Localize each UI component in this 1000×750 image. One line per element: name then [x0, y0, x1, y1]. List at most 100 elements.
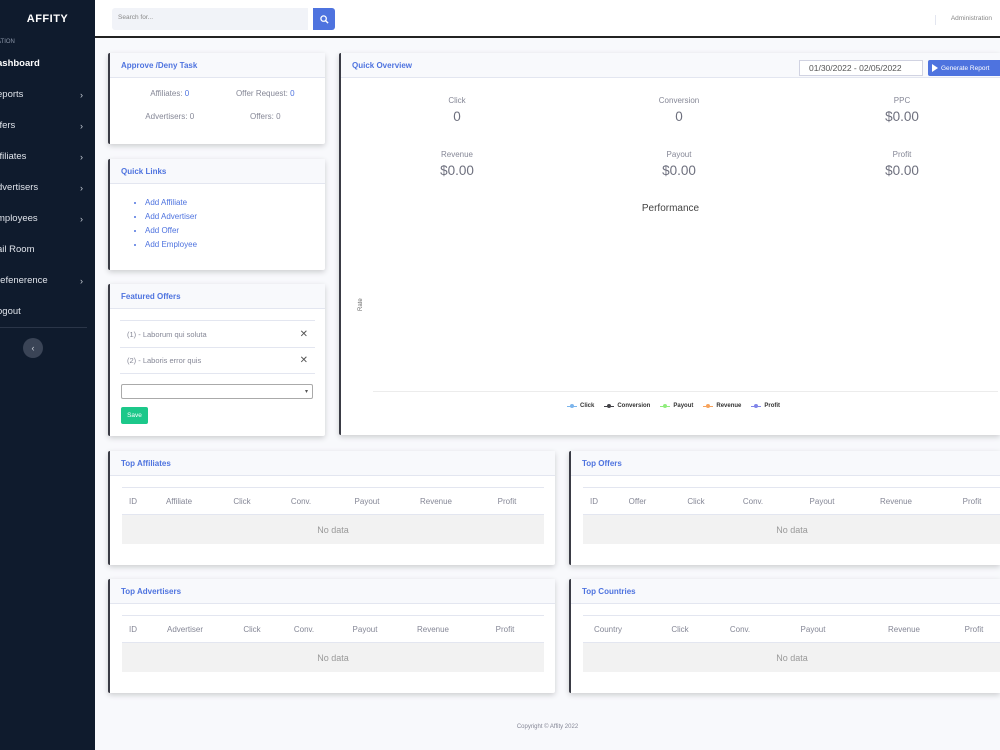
column-header[interactable]: Revenue [400, 625, 466, 634]
column-header[interactable]: Click [633, 625, 727, 634]
column-header[interactable]: Click [226, 625, 278, 634]
play-icon [932, 64, 938, 72]
affiliates-task[interactable]: Affiliates: 0 [122, 89, 218, 98]
sidebar-item-label: ogout [0, 306, 21, 317]
date-range-picker[interactable]: 01/30/2022 - 02/05/2022 [799, 60, 923, 76]
chevron-right-icon: › [80, 182, 83, 193]
featured-offer-select[interactable]: ▾ [121, 384, 313, 399]
series-marker-icon [703, 403, 714, 409]
column-header[interactable]: Profit [470, 497, 544, 506]
sidebar: AFFITY ATION ashboard eports › ffers › ffi… [0, 0, 95, 750]
add-affiliate-link[interactable]: Add Affiliate [145, 197, 325, 211]
sidebar-item-logout[interactable]: ogout [0, 296, 95, 327]
column-header[interactable]: Payout [753, 625, 873, 634]
user-menu[interactable]: Administration [934, 15, 992, 25]
column-header[interactable]: Affiliate [144, 497, 214, 506]
chart-legend: Click Conversion Payout Revenue Profit [567, 403, 790, 409]
stat-click: Click 0 [448, 96, 466, 124]
top-affiliates-table: ID Affiliate Click Conv. Payout Revenue … [122, 487, 544, 544]
sidebar-item-advertisers[interactable]: dvertisers › [0, 172, 95, 203]
sidebar-item-mail-room[interactable]: ail Room [0, 234, 95, 265]
column-header[interactable]: Payout [784, 497, 860, 506]
column-header[interactable]: Offer [605, 497, 670, 506]
legend-item-revenue[interactable]: Revenue [703, 403, 741, 409]
chevron-down-icon: ▾ [304, 389, 308, 395]
stat-revenue: Revenue $0.00 [440, 150, 474, 178]
series-marker-icon [567, 403, 577, 409]
legend-item-payout[interactable]: Payout [660, 403, 693, 409]
card-title: Quick Links [110, 159, 325, 184]
column-header[interactable]: ID [122, 625, 144, 634]
column-header[interactable]: Conv. [727, 625, 753, 634]
offer-request-task[interactable]: Offer Request: 0 [218, 89, 314, 98]
empty-state: No data [583, 515, 1000, 544]
sidebar-item-label: dvertisers [0, 182, 39, 193]
topbar: Search for... Administration [95, 0, 1000, 38]
column-header[interactable]: Payout [330, 625, 400, 634]
card-title: Top Countries [571, 579, 1000, 604]
sidebar-item-label: mployees [0, 213, 38, 224]
top-offers-card: Top Offers ID Offer Click Conv. Payout R… [569, 451, 1000, 565]
generate-report-button[interactable]: Generate Report [928, 60, 1000, 76]
table-header: ID Advertiser Click Conv. Payout Revenue… [122, 615, 544, 643]
column-header[interactable]: Conv. [270, 497, 332, 506]
column-header[interactable]: Payout [332, 497, 402, 506]
column-header[interactable]: Conv. [278, 625, 330, 634]
column-header[interactable]: Revenue [873, 625, 935, 634]
chevron-right-icon: › [80, 151, 83, 162]
search-button[interactable] [313, 8, 335, 30]
approve-deny-card: Approve /Deny Task Affiliates: 0 Offer R… [108, 53, 325, 144]
column-header[interactable]: Profit [935, 625, 1000, 634]
column-header[interactable]: Country [583, 625, 633, 634]
column-header[interactable]: Advertiser [144, 625, 226, 634]
sidebar-item-dashboard[interactable]: ashboard [0, 48, 95, 79]
legend-item-profit[interactable]: Profit [751, 403, 780, 409]
legend-item-click[interactable]: Click [567, 403, 594, 409]
column-header[interactable]: Click [670, 497, 722, 506]
save-button[interactable]: Save [121, 407, 148, 424]
advertisers-task[interactable]: Advertisers: 0 [122, 112, 218, 121]
stat-payout: Payout $0.00 [662, 150, 696, 178]
sidebar-item-affiliates[interactable]: ffiliates › [0, 141, 95, 172]
card-title: Top Affiliates [110, 451, 555, 476]
close-icon[interactable]: ✕ [300, 355, 308, 366]
stat-ppc: PPC $0.00 [885, 96, 919, 124]
card-title: Top Advertisers [110, 579, 555, 604]
column-header[interactable]: Revenue [402, 497, 470, 506]
column-header[interactable]: ID [122, 497, 144, 506]
sidebar-toggle-button[interactable]: ‹ [23, 338, 43, 358]
sidebar-item-label: refenerence [0, 275, 48, 286]
column-header[interactable]: Revenue [860, 497, 932, 506]
column-header[interactable]: Profit [932, 497, 1000, 506]
close-icon[interactable]: ✕ [300, 329, 308, 340]
chevron-right-icon: › [80, 213, 83, 224]
add-advertiser-link[interactable]: Add Advertiser [145, 211, 325, 225]
column-header[interactable]: Conv. [722, 497, 784, 506]
offers-task[interactable]: Offers: 0 [218, 112, 314, 121]
chevron-right-icon: › [80, 89, 83, 100]
sidebar-item-preference[interactable]: refenerence › [0, 265, 95, 296]
chevron-right-icon: › [80, 120, 83, 131]
featured-offer-item: (1) - Laborum qui soluta ✕ [120, 320, 315, 347]
top-countries-card: Top Countries Country Click Conv. Payout… [569, 579, 1000, 693]
sidebar-item-label: ffiliates [0, 151, 27, 162]
search-input[interactable]: Search for... [112, 8, 308, 30]
top-advertisers-table: ID Advertiser Click Conv. Payout Revenue… [122, 615, 544, 672]
featured-offer-item: (2) - Laboris error quis ✕ [120, 347, 315, 374]
add-employee-link[interactable]: Add Employee [145, 239, 325, 253]
search-icon [319, 14, 329, 24]
column-header[interactable]: Profit [466, 625, 544, 634]
brand-logo[interactable]: AFFITY [0, 0, 95, 38]
footer-copyright: Copyright © Affity 2022 [516, 724, 579, 730]
quick-overview-card: Quick Overview 01/30/2022 - 02/05/2022 G… [339, 53, 1000, 435]
sidebar-item-employees[interactable]: mployees › [0, 203, 95, 234]
stat-conversion: Conversion 0 [658, 96, 700, 124]
legend-item-conversion[interactable]: Conversion [604, 403, 650, 409]
sidebar-item-label: ail Room [0, 244, 35, 255]
sidebar-item-offers[interactable]: ffers › [0, 110, 95, 141]
column-header[interactable]: Click [214, 497, 270, 506]
add-offer-link[interactable]: Add Offer [145, 225, 325, 239]
column-header[interactable]: ID [583, 497, 605, 506]
sidebar-item-reports[interactable]: eports › [0, 79, 95, 110]
series-marker-icon [751, 403, 762, 409]
